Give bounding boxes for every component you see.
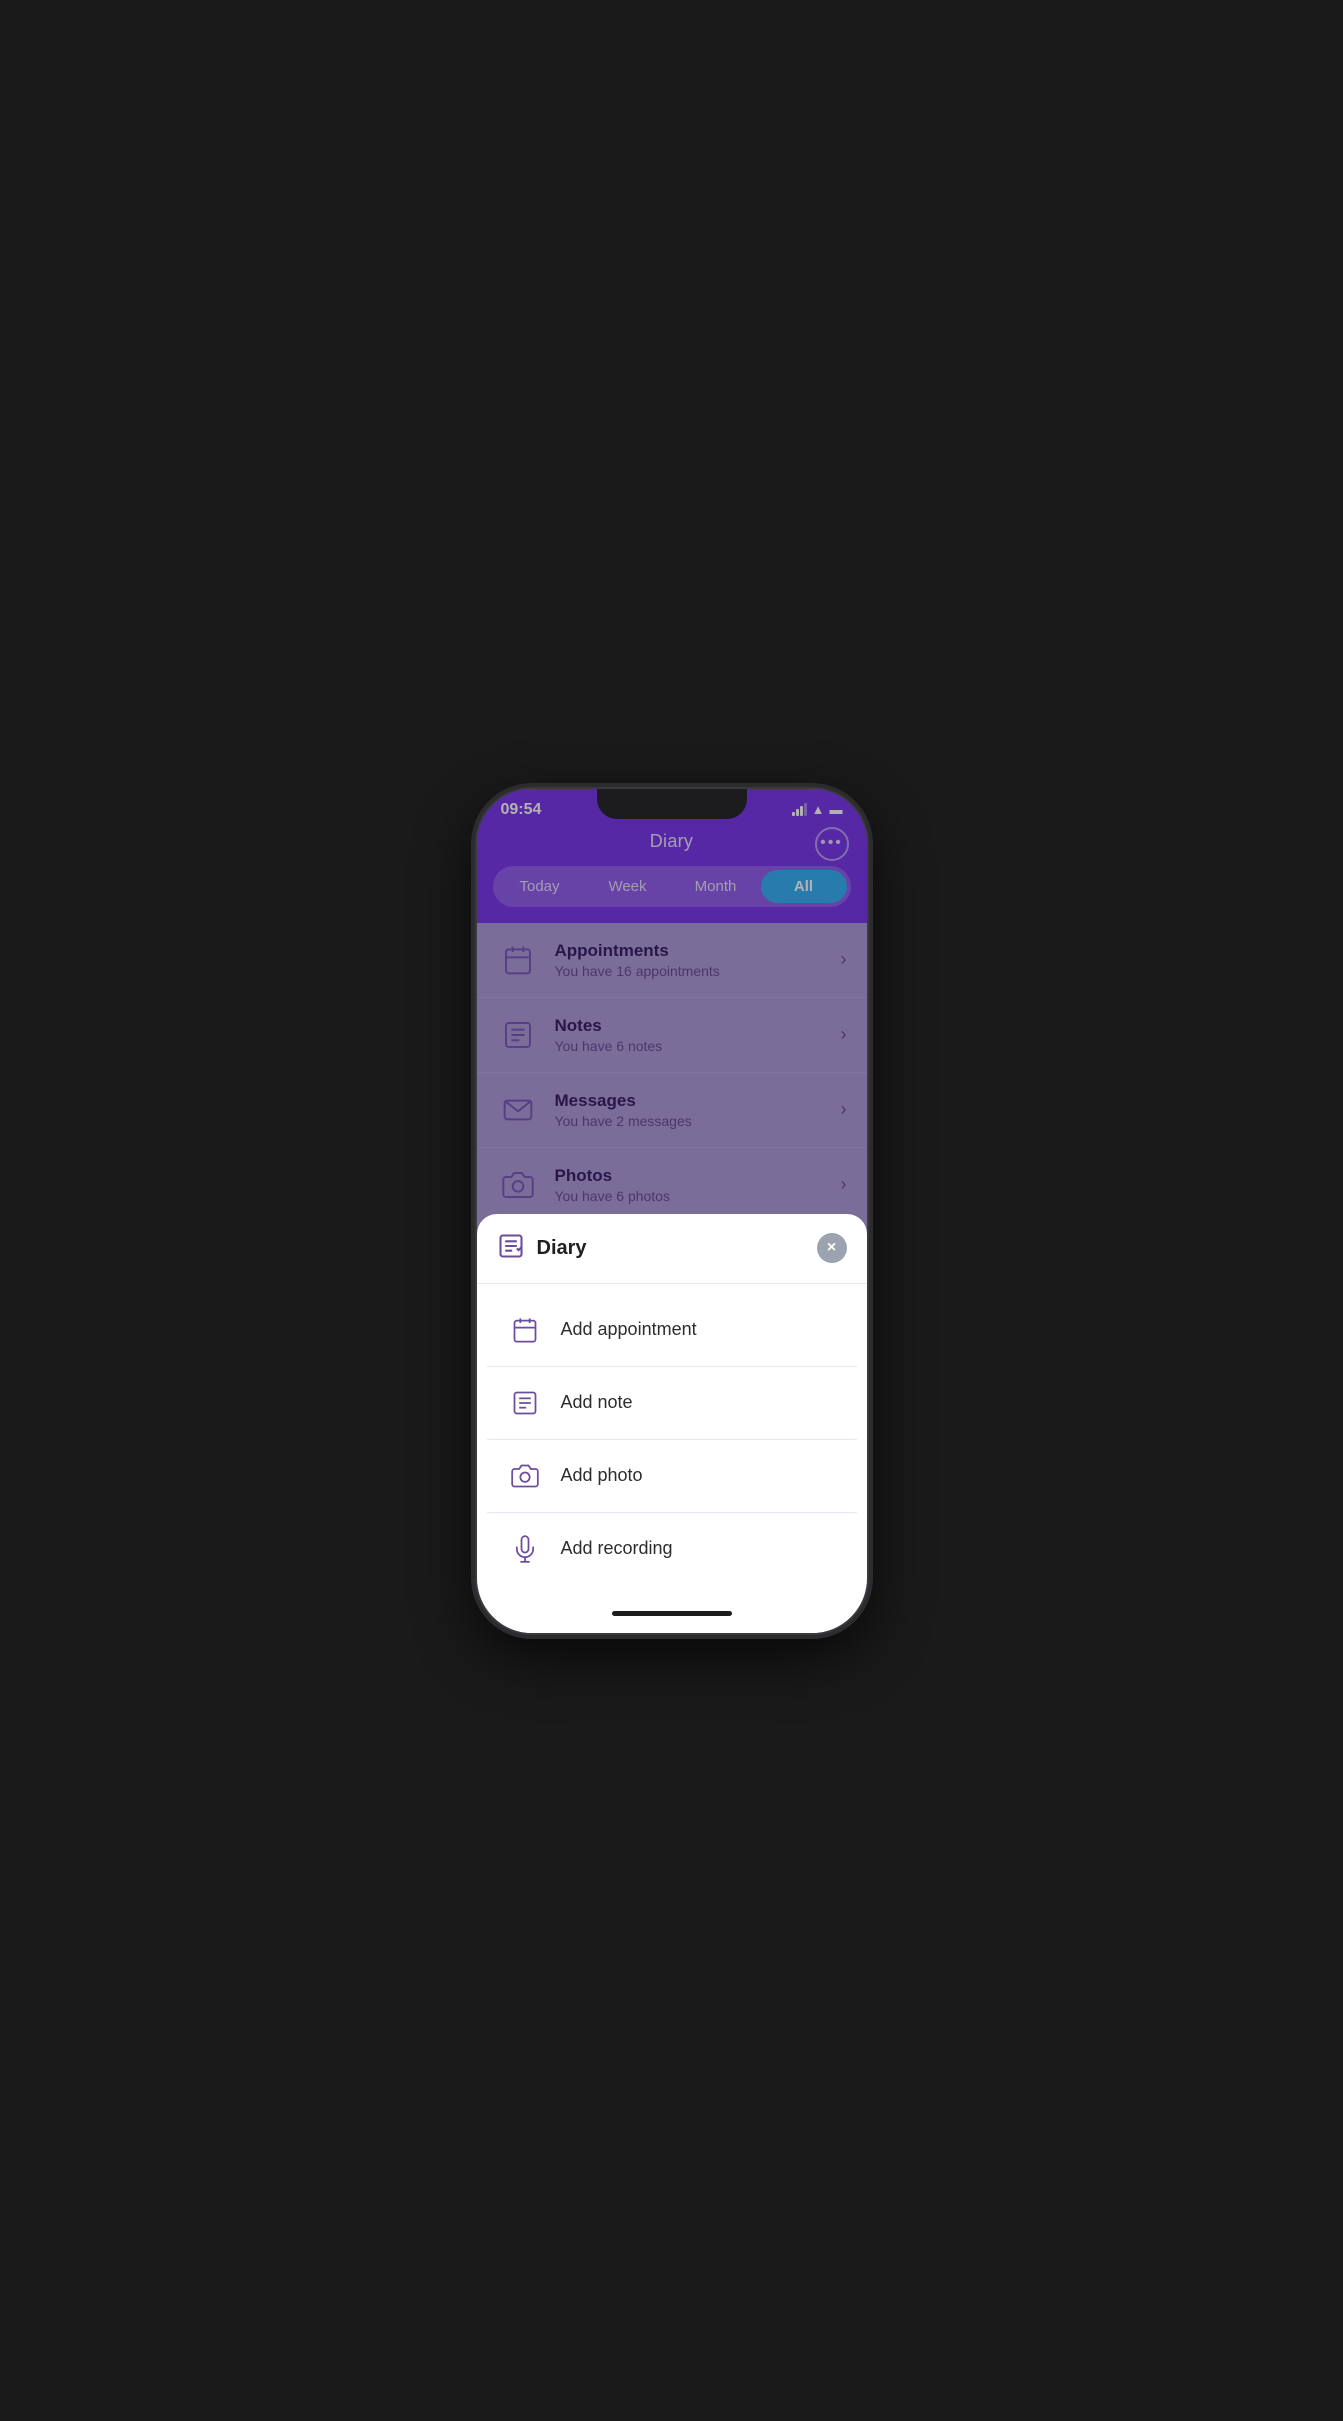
notch [597,789,747,819]
add-note-button[interactable]: Add note [487,1367,857,1440]
add-appointment-button[interactable]: Add appointment [487,1294,857,1367]
add-appointment-icon [507,1312,543,1348]
screen: 09:54 ▲ ▬ Diary [477,789,867,1633]
add-photo-label: Add photo [561,1465,643,1486]
add-note-icon [507,1385,543,1421]
add-photo-icon [507,1458,543,1494]
add-appointment-label: Add appointment [561,1319,697,1340]
add-recording-label: Add recording [561,1538,673,1559]
add-photo-button[interactable]: Add photo [487,1440,857,1513]
home-bar [612,1611,732,1616]
add-note-label: Add note [561,1392,633,1413]
sheet-close-button[interactable]: × [817,1233,847,1263]
add-recording-button[interactable]: Add recording [487,1513,857,1585]
sheet-header: Diary × [477,1214,867,1284]
sheet-header-left: Diary [497,1232,587,1265]
sheet-items: Add appointment Add note [487,1294,857,1585]
sheet-diary-icon [497,1232,525,1265]
sheet-title: Diary [537,1237,587,1260]
close-icon: × [827,1239,836,1257]
bottom-sheet: Diary × [477,1214,867,1633]
home-indicator [477,1595,867,1633]
add-recording-icon [507,1531,543,1567]
phone-frame: 09:54 ▲ ▬ Diary [477,789,867,1633]
